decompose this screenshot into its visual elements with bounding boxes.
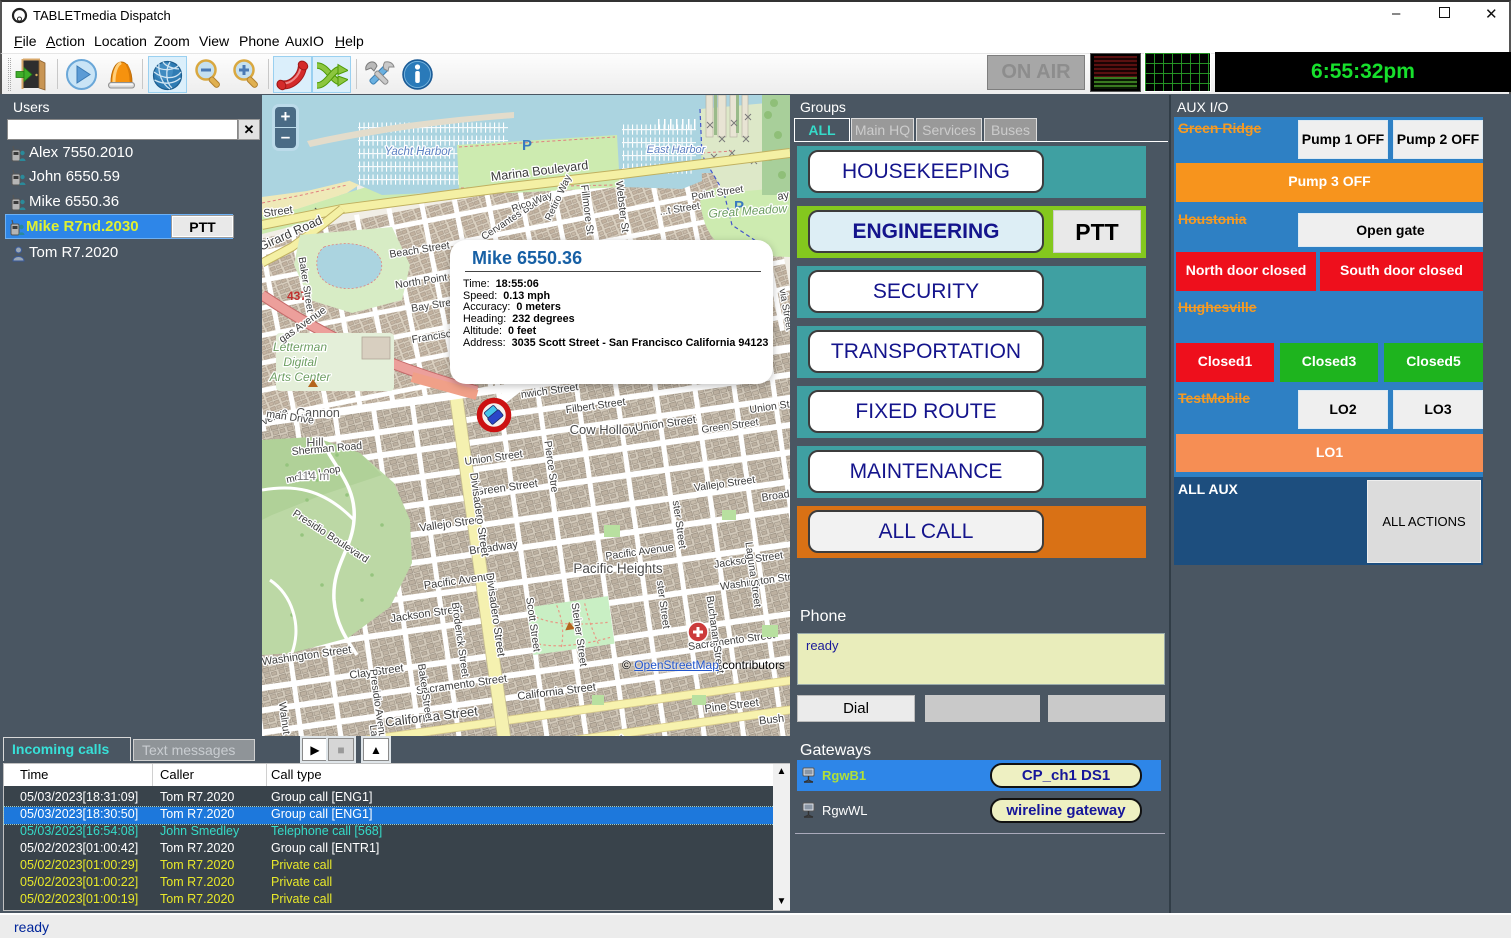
svg-text:Arts Center: Arts Center [269, 370, 332, 384]
svg-text:Letterman: Letterman [273, 340, 327, 354]
svg-text:Digital: Digital [283, 355, 317, 369]
svg-text:Cow Hollow: Cow Hollow [570, 422, 639, 437]
svg-text:114 m: 114 m [297, 469, 329, 483]
svg-text:East Harbor: East Harbor [647, 144, 707, 156]
svg-text:Yacht Harbor: Yacht Harbor [385, 146, 453, 158]
svg-text:ay S: ay S [777, 188, 790, 203]
svg-text:Pacific Heights: Pacific Heights [573, 561, 663, 576]
svg-text:P: P [522, 137, 532, 154]
